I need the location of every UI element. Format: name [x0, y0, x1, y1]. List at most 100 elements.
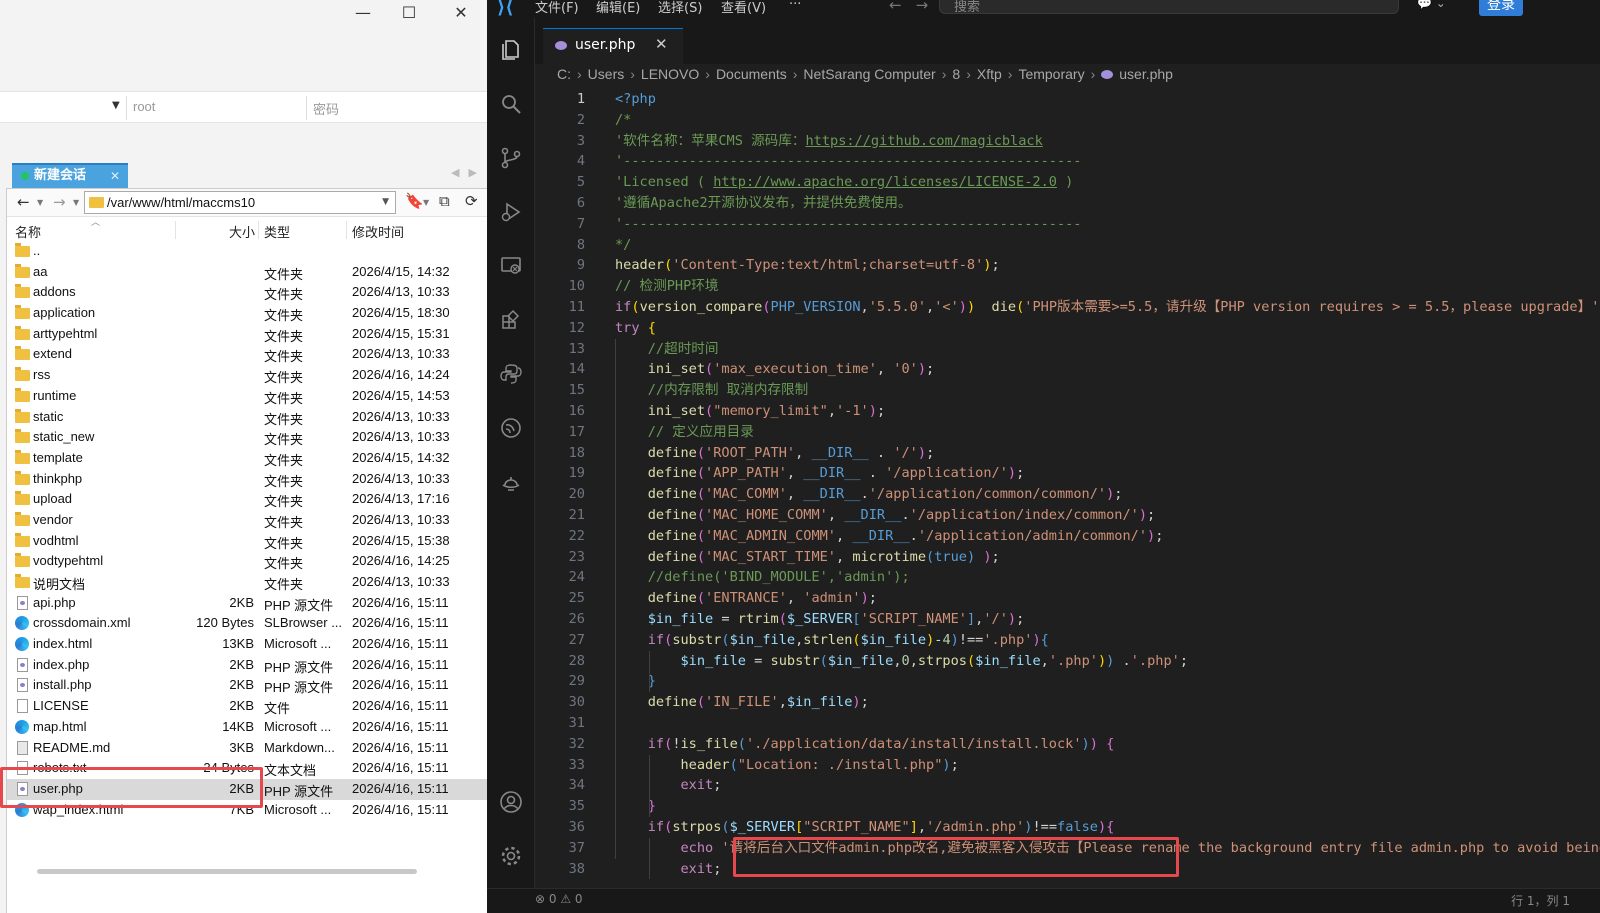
cursor-position[interactable]: 行 1，列 1 — [1511, 892, 1570, 909]
code-text: define('MAC_HOME_COMM', __DIR__.'/applic… — [615, 505, 1155, 526]
bookmark-icon[interactable]: 🔖 — [405, 192, 424, 210]
chat-icon[interactable]: 💬 ⌄ — [1417, 0, 1457, 14]
breadcrumb-item[interactable]: Temporary — [1018, 66, 1084, 82]
close-button[interactable]: ✕ — [446, 0, 476, 26]
tab-scroll-arrows[interactable]: ◀▶ — [451, 166, 486, 179]
code-token: 'MAC_ADMIN_COMM' — [705, 527, 836, 544]
chevron-down-icon[interactable]: ▼ — [382, 197, 389, 207]
breadcrumb-item[interactable]: NetSarang Computer — [803, 66, 935, 82]
session-tab[interactable]: 新建会话 ✕ — [12, 163, 128, 188]
menu-edit[interactable]: 编辑(E) — [596, 0, 640, 16]
file-row[interactable]: index.html 13KB Microsoft ... 2026/4/16, 15… — [7, 634, 497, 655]
line-number: 34 — [568, 777, 585, 794]
code-token: ; — [713, 777, 722, 794]
history-nav-icon[interactable]: ←→ — [889, 0, 942, 14]
file-row[interactable]: .. — [7, 241, 497, 262]
file-row[interactable]: static_new 文件夹 2026/4/13, 10:33 — [7, 427, 497, 448]
file-row[interactable]: addons 文件夹 2026/4/13, 10:33 — [7, 282, 497, 303]
file-row[interactable]: vodhtml 文件夹 2026/4/15, 15:38 — [7, 531, 497, 552]
file-row[interactable]: vendor 文件夹 2026/4/13, 10:33 — [7, 510, 497, 531]
file-row[interactable]: rss 文件夹 2026/4/16, 14:24 — [7, 365, 497, 386]
file-modified: 2026/4/16, 14:25 — [352, 553, 450, 569]
code-token: define — [647, 465, 697, 482]
file-row[interactable]: api.php 2KB PHP 源文件 2026/4/16, 15:11 — [7, 593, 497, 614]
remote-explorer-icon[interactable] — [499, 254, 523, 278]
file-row[interactable]: 说明文档 文件夹 2026/4/13, 10:33 — [7, 572, 497, 593]
bookmark-dropdown-icon[interactable]: ▼ — [423, 198, 429, 207]
close-icon[interactable]: ✕ — [655, 35, 668, 53]
file-row[interactable]: user.php 2KB PHP 源文件 2026/4/16, 15:11 — [7, 778, 497, 800]
file-row[interactable]: vodtypehtml 文件夹 2026/4/16, 14:25 — [7, 551, 497, 572]
file-row[interactable]: application 文件夹 2026/4/15, 18:30 — [7, 303, 497, 324]
back-icon[interactable]: ← — [17, 193, 30, 211]
forward-history-icon[interactable]: ▼ — [73, 198, 79, 207]
breadcrumb-item[interactable]: LENOVO — [641, 66, 699, 82]
tab-user-php[interactable]: user.php ✕ — [543, 28, 683, 64]
close-tab-icon[interactable]: ✕ — [110, 165, 120, 187]
file-row[interactable]: LICENSE 2KB 文件 2026/4/16, 15:11 — [7, 696, 497, 717]
file-row[interactable]: extend 文件夹 2026/4/13, 10:33 — [7, 344, 497, 365]
file-row[interactable]: aa 文件夹 2026/4/15, 14:32 — [7, 262, 497, 283]
password-field[interactable]: 密码 — [313, 99, 339, 118]
remote-device-icon[interactable] — [499, 416, 523, 440]
back-history-icon[interactable]: ▼ — [37, 198, 43, 207]
file-row[interactable]: index.php 2KB PHP 源文件 2026/4/16, 15:11 — [7, 655, 497, 676]
refresh-icon[interactable]: ⟳ — [465, 192, 478, 210]
file-row[interactable]: robots.txt 24 Bytes 文本文档 2026/4/16, 15:11 — [7, 758, 497, 779]
source-control-icon[interactable] — [499, 146, 523, 170]
username-field[interactable]: root — [133, 99, 155, 114]
file-row[interactable]: runtime 文件夹 2026/4/15, 14:53 — [7, 386, 497, 407]
col-modified[interactable]: 修改时间 — [352, 222, 404, 241]
file-row[interactable]: thinkphp 文件夹 2026/4/13, 10:33 — [7, 469, 497, 490]
code-line: 10 // 检测PHP环境 — [535, 276, 1600, 297]
menu-file[interactable]: 文件(F) — [535, 0, 579, 16]
breadcrumb-item[interactable]: Documents — [716, 66, 787, 82]
code-token: , — [893, 652, 902, 669]
file-row[interactable]: map.html 14KB Microsoft ... 2026/4/16, 15:1… — [7, 717, 497, 738]
code-editor[interactable]: 1 <?php 2 /* 3 '软件名称：苹果CMS 源码库：https://github… — [535, 88, 1600, 888]
file-row[interactable]: install.php 2KB PHP 源文件 2026/4/16, 15:11 — [7, 675, 497, 696]
col-type[interactable]: 类型 — [264, 222, 290, 241]
code-token: true — [934, 548, 967, 565]
file-row[interactable]: crossdomain.xml 120 Bytes SLBrowser ... 202… — [7, 613, 497, 634]
forward-icon[interactable]: → — [53, 193, 66, 211]
col-name[interactable]: 名称 — [15, 222, 41, 241]
sync-folder-icon[interactable]: ⧉ — [439, 192, 450, 210]
file-row[interactable]: arttypehtml 文件夹 2026/4/15, 15:31 — [7, 324, 497, 345]
file-row[interactable]: static 文件夹 2026/4/13, 10:33 — [7, 407, 497, 428]
menu-selection[interactable]: 选择(S) — [658, 0, 702, 16]
breadcrumb-item[interactable]: 8 — [952, 66, 960, 82]
file-row[interactable]: wap_index.html 7KB Microsoft ... 2026/4/16,… — [7, 800, 497, 821]
horizontal-scrollbar[interactable] — [37, 869, 417, 874]
explorer-icon[interactable] — [499, 38, 523, 62]
run-debug-icon[interactable] — [499, 200, 523, 224]
code-token: if — [647, 819, 665, 835]
breadcrumb-item[interactable]: Xftp — [977, 66, 1002, 82]
minimize-button[interactable]: — — [348, 0, 378, 26]
indent-guide — [649, 754, 650, 817]
file-row[interactable]: template 文件夹 2026/4/15, 14:32 — [7, 448, 497, 469]
breadcrumb-item[interactable]: Users — [588, 66, 625, 82]
file-row[interactable]: upload 文件夹 2026/4/13, 17:16 — [7, 489, 497, 510]
maximize-button[interactable]: ☐ — [394, 0, 424, 26]
breadcrumb-item[interactable]: C: — [557, 66, 571, 82]
path-input[interactable]: /var/www/html/maccms10 ▼ — [84, 191, 396, 214]
code-token: */ — [615, 236, 632, 253]
command-center-search[interactable]: 搜索 — [939, 0, 1399, 15]
extensions-icon[interactable] — [499, 308, 523, 332]
search-icon[interactable] — [499, 92, 523, 116]
login-button[interactable]: 登录 — [1479, 0, 1523, 16]
problems-indicator[interactable]: ⊗ 0 ⚠ 0 — [535, 892, 583, 906]
lamp-icon[interactable] — [499, 470, 523, 494]
gear-icon[interactable] — [499, 844, 523, 868]
col-size[interactable]: 大小 — [229, 222, 255, 241]
account-icon[interactable] — [499, 790, 523, 814]
breadcrumb-item[interactable]: user.php — [1119, 66, 1173, 82]
file-row[interactable]: README.md 3KB Markdown... 2026/4/16, 15:11 — [7, 738, 497, 759]
menu-view[interactable]: 查看(V) — [721, 0, 766, 16]
host-dropdown-icon[interactable]: ▼ — [112, 100, 120, 111]
file-modified: 2026/4/13, 10:33 — [352, 511, 450, 527]
menu-more[interactable]: ··· — [789, 0, 801, 12]
python-icon[interactable] — [499, 362, 523, 386]
line-number: 27 — [568, 631, 585, 648]
